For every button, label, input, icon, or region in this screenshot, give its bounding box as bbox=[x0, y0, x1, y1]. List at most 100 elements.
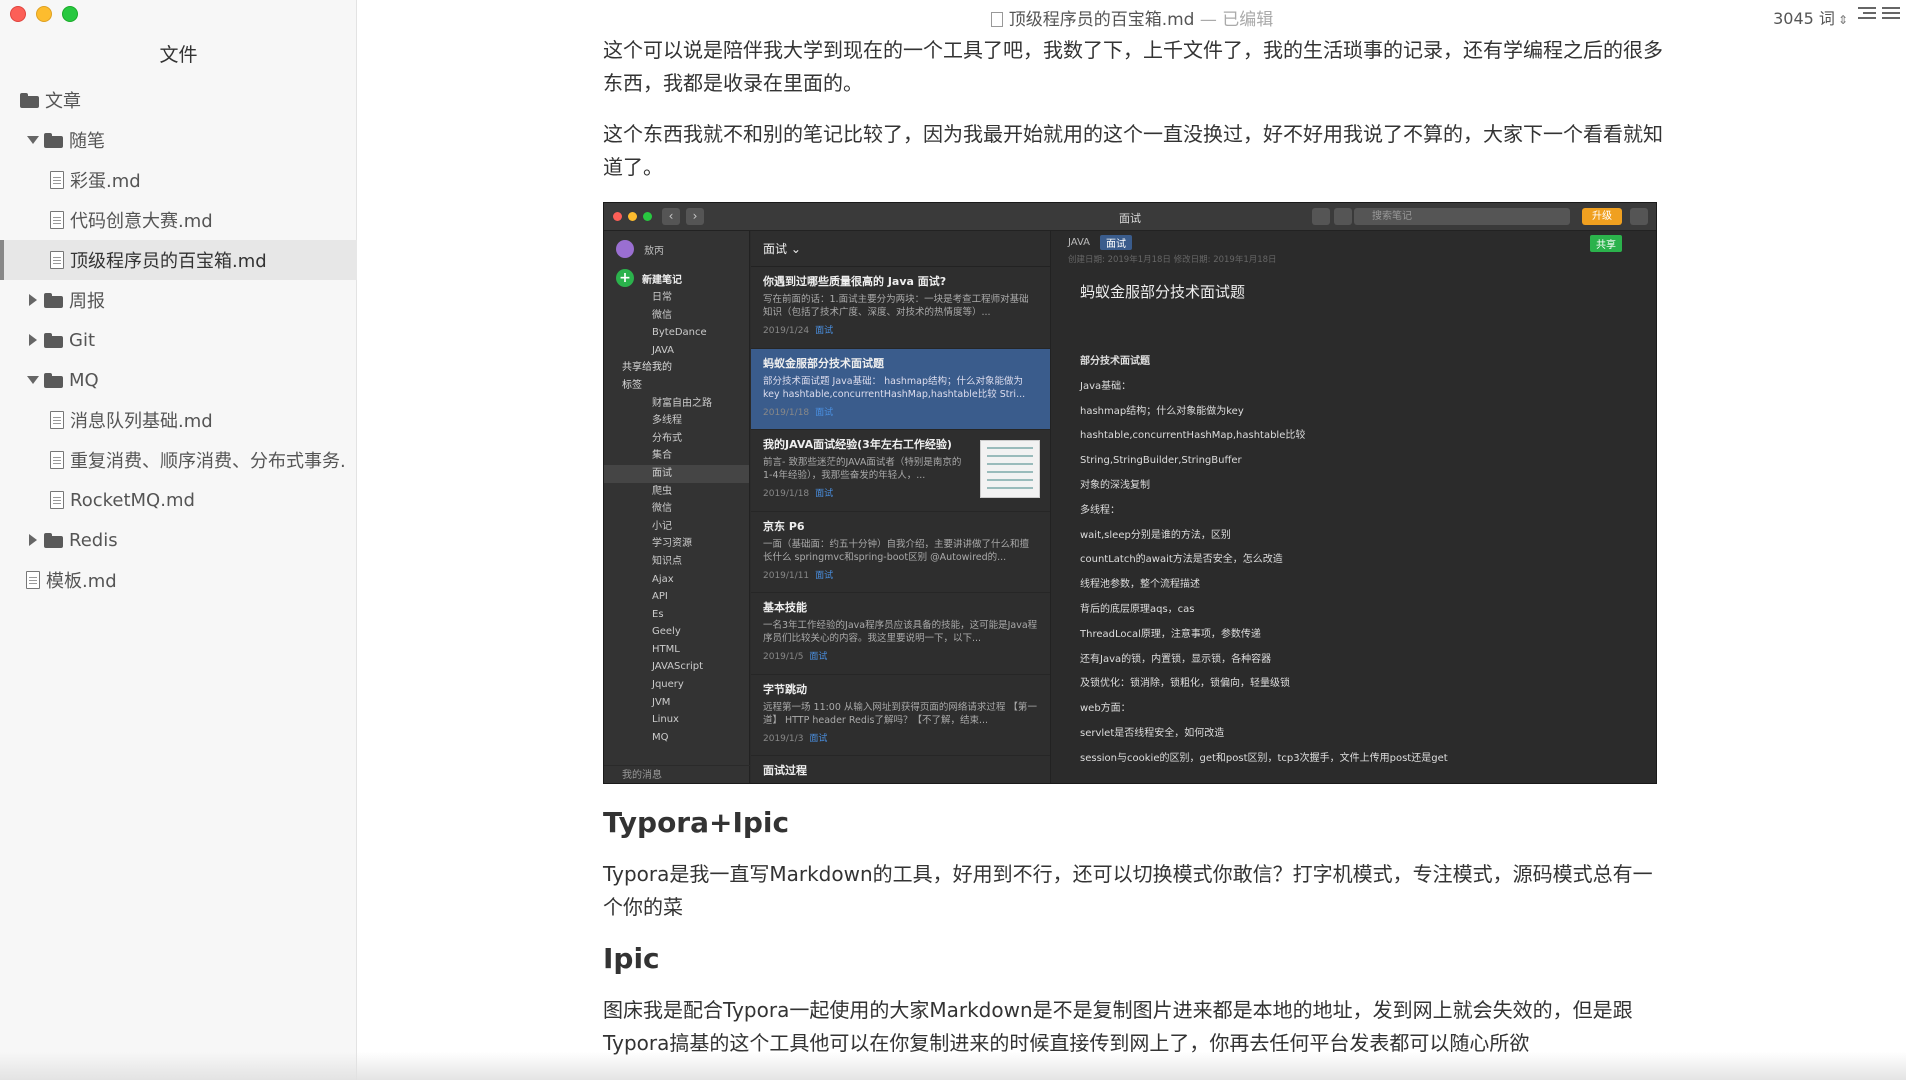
file-item[interactable]: 彩蛋.md bbox=[0, 160, 357, 200]
screenshot-notebook: 微信 bbox=[652, 309, 672, 321]
folder-item[interactable]: 文章 bbox=[0, 80, 357, 120]
folder-item[interactable]: Git bbox=[0, 320, 357, 360]
paragraph: 这个东西我就不和别的笔记比较了，因为我最开始就用的这个一直没换过，好不好用我说了… bbox=[603, 122, 1663, 179]
screenshot-detail-title: 蚂蚁金服部分技术面试题 bbox=[1080, 283, 1246, 301]
paragraph: 这个可以说是陪伴我大学到现在的一个工具了吧，我数了下，上千文件了，我的生活琐事的… bbox=[603, 38, 1663, 95]
screenshot-detail-line: countLatch的await方法是否安全，怎么改造 bbox=[1080, 554, 1283, 566]
heading: Ipic bbox=[603, 942, 660, 975]
screenshot-detail-line: ThreadLocal原理，注意事项，参数传递 bbox=[1080, 628, 1261, 640]
tree-item-label: MQ bbox=[69, 369, 99, 391]
screenshot-tags-label: 标签 bbox=[622, 379, 642, 391]
window-controls bbox=[10, 6, 78, 22]
file-icon bbox=[26, 571, 40, 589]
screenshot-note-item: 我的JAVA面试经验(3年左右工作经验) 前言- 致那些迷茫的JAVA面试者（特别… bbox=[751, 430, 1050, 512]
tree-item-label: 彩蛋.md bbox=[70, 171, 141, 192]
close-window-button[interactable] bbox=[10, 6, 26, 22]
screenshot-note-item: 京东 P6 一面（基础面：约五十分钟）自我介绍，主要讲讲做了什么和擅长什么 spr… bbox=[751, 512, 1050, 593]
screenshot-detail-line: 多线程： bbox=[1080, 504, 1120, 516]
file-icon bbox=[50, 491, 64, 509]
file-sidebar: 文件 文章 随笔彩蛋.md 代码创意大赛.md 顶级程序员的百宝箱.md 周报 Git MQ… bbox=[0, 0, 357, 1080]
folder-icon bbox=[44, 372, 63, 388]
screenshot-detail-line: 及锁优化：锁消除，锁粗化，锁偏向，轻量级锁 bbox=[1080, 678, 1290, 690]
screenshot-tag: 财富自由之路 bbox=[652, 397, 712, 409]
tree-item-label: 代码创意大赛.md bbox=[70, 211, 213, 232]
note-snippet: 远程第一场 11:00 从输入网址到获得页面的网络请求过程 【第一道】 HTTP… bbox=[763, 701, 1037, 726]
note-title: 我的JAVA面试经验(3年左右工作经验) bbox=[763, 438, 952, 451]
screenshot-tag: 学习资源 bbox=[652, 538, 692, 550]
list-icon[interactable] bbox=[1882, 7, 1900, 21]
screenshot-note-list: 面试 ⌄ 你遇到过哪些质量很高的 Java 面试? 写在前面的话：1.面试主要分为… bbox=[751, 231, 1051, 783]
file-item[interactable]: 模板.md bbox=[0, 560, 357, 600]
screenshot-detail-line: hashmap结构；什么对象能做为key bbox=[1080, 405, 1244, 417]
file-icon bbox=[50, 211, 64, 229]
screenshot-tag: Ajax bbox=[652, 573, 674, 585]
screenshot-dates: 创建日期: 2019年1月18日 修改日期: 2019年1月18日 bbox=[1068, 255, 1277, 265]
note-tag: 面试 bbox=[809, 652, 828, 662]
tree-item-label: Git bbox=[69, 329, 96, 351]
sync-icon bbox=[1312, 208, 1330, 225]
disclosure-expanded-icon[interactable] bbox=[26, 376, 40, 384]
screenshot-tag: API bbox=[652, 591, 668, 603]
screenshot-detail-line: Java基础： bbox=[1080, 380, 1132, 392]
note-date: 2019/1/24 面试 bbox=[763, 326, 834, 336]
upgrade-badge: 升级 bbox=[1582, 208, 1622, 225]
sidebar-title: 文件 bbox=[159, 44, 198, 66]
share-badge: 共享 bbox=[1590, 235, 1622, 252]
word-count-selector[interactable]: 3045 词 ⇕ bbox=[1773, 5, 1848, 29]
maximize-window-button[interactable] bbox=[62, 6, 78, 22]
screenshot-detail-line: wait,sleep分别是谁的方法，区别 bbox=[1080, 529, 1231, 541]
screenshot-detail-line: web方面： bbox=[1080, 703, 1131, 715]
screenshot-notebook: JAVA bbox=[652, 344, 675, 356]
folder-icon bbox=[44, 132, 63, 148]
screenshot-tag: 面试 bbox=[604, 464, 749, 483]
screenshot-tag: Linux bbox=[652, 714, 679, 726]
title-bar: 顶级程序员的百宝箱.md — 已编辑 3045 词 ⇕ bbox=[358, 0, 1906, 30]
file-item[interactable]: 重复消费、顺序消费、分布式事务. bbox=[0, 440, 357, 480]
file-item[interactable]: 顶级程序员的百宝箱.md bbox=[0, 240, 357, 280]
screenshot-note-item: 你遇到过哪些质量很高的 Java 面试? 写在前面的话：1.面试主要分为两块：一块… bbox=[751, 267, 1050, 349]
file-icon bbox=[50, 411, 64, 429]
file-item[interactable]: 消息队列基础.md bbox=[0, 400, 357, 440]
disclosure-collapsed-icon[interactable] bbox=[26, 334, 40, 346]
note-title: 面试过程 bbox=[763, 764, 807, 777]
folder-item[interactable]: 周报 bbox=[0, 280, 357, 320]
disclosure-collapsed-icon[interactable] bbox=[26, 534, 40, 546]
screenshot-detail-line: session与cookie的区别，get和post区别，tcp3次握手，文件上… bbox=[1080, 752, 1448, 764]
file-item[interactable]: 代码创意大赛.md bbox=[0, 200, 357, 240]
embedded-screenshot: ‹ › 面试 搜索笔记 升级 敖丙 + 新建笔记 日常 微信 ByteDance JAVA… bbox=[603, 202, 1657, 784]
screenshot-list-header: 面试 ⌄ bbox=[751, 231, 1050, 267]
outline-icon[interactable] bbox=[1858, 7, 1876, 21]
tree-item-label: 重复消费、顺序消费、分布式事务. bbox=[70, 451, 346, 472]
word-count: 3045 词 bbox=[1773, 9, 1835, 28]
screenshot-tag: Jquery bbox=[652, 679, 684, 691]
avatar bbox=[616, 240, 634, 258]
folder-item[interactable]: 随笔 bbox=[0, 120, 357, 160]
disclosure-collapsed-icon[interactable] bbox=[26, 294, 40, 306]
minimize-window-button[interactable] bbox=[36, 6, 52, 22]
file-tree: 文章 随笔彩蛋.md 代码创意大赛.md 顶级程序员的百宝箱.md 周报 Git MQ 消息队… bbox=[0, 80, 357, 600]
note-date: 2019/1/11 面试 bbox=[763, 570, 834, 581]
file-item[interactable]: RocketMQ.md bbox=[0, 480, 357, 520]
tree-item-label: 模板.md bbox=[46, 571, 117, 592]
file-icon bbox=[50, 451, 64, 469]
document-content[interactable]: 这个可以说是陪伴我大学到现在的一个工具了吧，我数了下，上千文件了，我的生活琐事的… bbox=[603, 34, 1663, 1078]
screenshot-tag: 知识点 bbox=[652, 555, 682, 567]
screenshot-tag: 多线程 bbox=[652, 415, 682, 427]
screenshot-tag: Es bbox=[652, 608, 664, 620]
note-snippet: 部分技术面试题 Java基础： hashmap结构；什么对象能做为key has… bbox=[763, 375, 1026, 400]
note-snippet: 一名3年工作经验的Java程序员应该具备的技能，这可能是Java程序员们比较关心… bbox=[763, 620, 1038, 644]
folder-item[interactable]: MQ bbox=[0, 360, 357, 400]
disclosure-expanded-icon[interactable] bbox=[26, 136, 40, 144]
note-date: 2019/1/3 面试 bbox=[763, 733, 828, 744]
note-title: 蚂蚁金服部分技术面试题 bbox=[763, 356, 884, 370]
note-snippet: 前言- 致那些迷茫的JAVA面试者（特别是南京的1-4年经验），我那些奋发的年轻… bbox=[763, 457, 962, 481]
screenshot-detail-line: 对象的深浅复制 bbox=[1080, 479, 1150, 491]
edited-status: — 已编辑 bbox=[1194, 10, 1274, 30]
screenshot-toolbar: ‹ › 面试 搜索笔记 升级 bbox=[604, 203, 1656, 231]
folder-item[interactable]: Redis bbox=[0, 520, 357, 560]
screenshot-detail-line: servlet是否线程安全，如何改造 bbox=[1080, 727, 1225, 739]
screenshot-detail-line: 线程池参数，整个流程描述 bbox=[1080, 579, 1200, 591]
screenshot-footer: 我的消息 bbox=[604, 765, 750, 783]
note-snippet: 一面（基础面：约五十分钟）自我介绍，主要讲讲做了什么和擅长什么 springmv… bbox=[763, 538, 1030, 563]
note-date: 2019/1/18 面试 bbox=[763, 407, 834, 418]
